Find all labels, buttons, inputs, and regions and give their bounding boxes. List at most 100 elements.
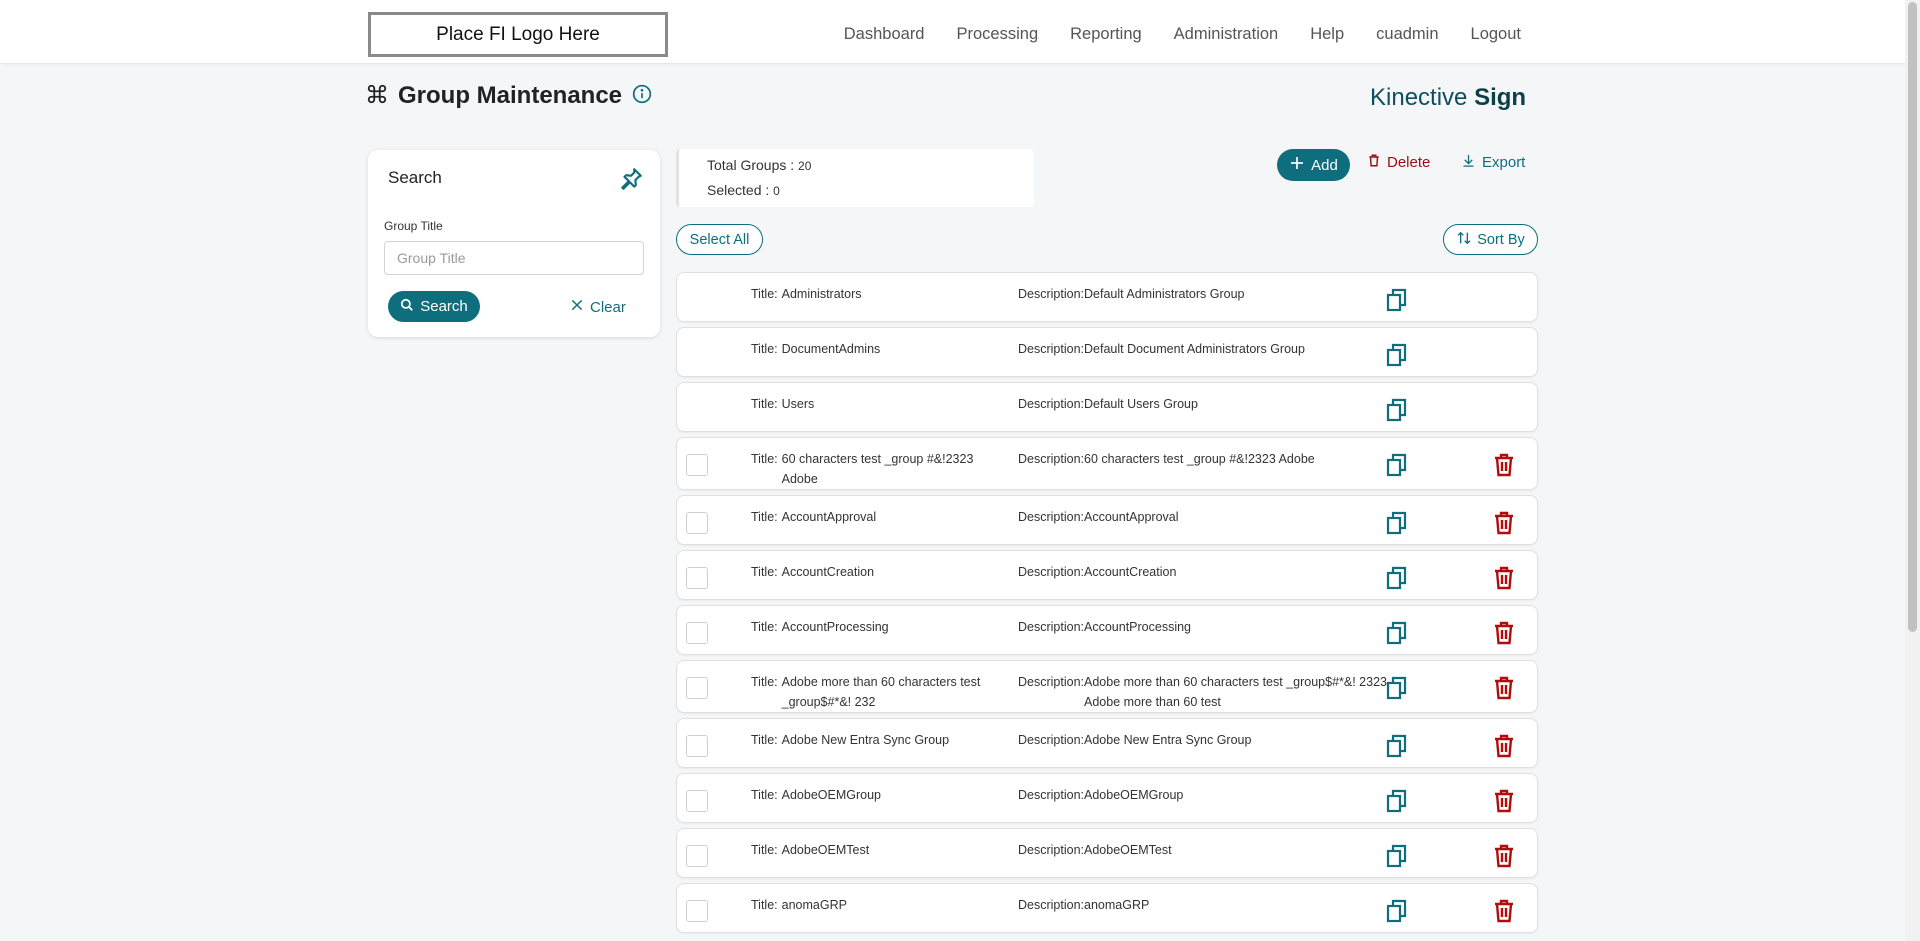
copy-icon[interactable]	[1386, 734, 1408, 761]
table-row[interactable]: Title: Adobe more than 60 characters test…	[676, 660, 1538, 713]
copy-icon[interactable]	[1386, 621, 1408, 648]
row-description: Description: AdobeOEMTest	[1018, 840, 1393, 860]
table-row[interactable]: Title: AdobeOEMTest Description: AdobeOEMTe…	[676, 828, 1538, 878]
command-icon	[366, 83, 388, 110]
trash-icon[interactable]	[1493, 453, 1515, 480]
search-icon	[400, 298, 414, 316]
row-title-key: Title:	[751, 342, 778, 356]
trash-icon[interactable]	[1493, 844, 1515, 871]
row-title-value: DocumentAdmins	[781, 342, 881, 356]
trash-icon[interactable]	[1493, 789, 1515, 816]
scrollbar-thumb[interactable]	[1908, 2, 1917, 632]
copy-icon[interactable]	[1386, 453, 1408, 480]
page-scrollbar[interactable]	[1905, 0, 1920, 941]
trash-icon[interactable]	[1493, 621, 1515, 648]
row-description: Description: AccountCreation	[1018, 562, 1393, 582]
row-title-key: Title:	[751, 620, 778, 634]
row-checkbox[interactable]	[686, 454, 708, 476]
trash-icon	[1367, 153, 1381, 172]
export-button-label: Export	[1482, 154, 1526, 171]
table-row[interactable]: Title: anomaGRP Description: anomaGRP	[676, 883, 1538, 933]
trash-icon[interactable]	[1493, 676, 1515, 703]
row-checkbox[interactable]	[686, 735, 708, 757]
logo-placeholder[interactable]: Place FI Logo Here	[368, 12, 668, 57]
copy-icon[interactable]	[1386, 789, 1408, 816]
row-description-key: Description:	[1018, 397, 1084, 411]
row-title-key: Title:	[751, 397, 778, 411]
row-title: Title: AdobeOEMTest	[751, 840, 1001, 860]
row-title-value: Users	[781, 397, 815, 411]
row-checkbox[interactable]	[686, 567, 708, 589]
table-row[interactable]: Title: Administrators Description: Default …	[676, 272, 1538, 322]
row-checkbox[interactable]	[686, 677, 708, 699]
add-button[interactable]: Add	[1277, 149, 1350, 181]
copy-icon[interactable]	[1386, 899, 1408, 926]
row-title: Title: DocumentAdmins	[751, 339, 1001, 359]
row-title: Title: AccountApproval	[751, 507, 1001, 527]
nav-reporting[interactable]: Reporting	[1070, 25, 1142, 44]
row-description: Description: anomaGRP	[1018, 895, 1393, 915]
row-checkbox[interactable]	[686, 622, 708, 644]
copy-icon[interactable]	[1386, 566, 1408, 593]
nav-logout[interactable]: Logout	[1471, 25, 1521, 44]
nav-processing[interactable]: Processing	[957, 25, 1039, 44]
table-row[interactable]: Title: 60 characters test _group #&!2323 …	[676, 437, 1538, 490]
delete-button[interactable]: Delete	[1367, 153, 1430, 172]
search-panel-title: Search	[388, 168, 442, 187]
trash-icon[interactable]	[1493, 899, 1515, 926]
trash-icon[interactable]	[1493, 566, 1515, 593]
table-row[interactable]: Title: AccountCreation Description: Account…	[676, 550, 1538, 600]
table-row[interactable]: Title: AdobeOEMGroup Description: AdobeOEMG…	[676, 773, 1538, 823]
row-title-value: 60 characters test _group #&!2323 Adobe	[781, 452, 974, 486]
clear-button[interactable]: Clear	[570, 293, 626, 321]
row-description-key: Description:	[1018, 675, 1084, 689]
sort-by-button[interactable]: Sort By	[1443, 224, 1538, 255]
table-row[interactable]: Title: AccountApproval Description: Account…	[676, 495, 1538, 545]
row-description-value: Adobe more than 60 characters test _grou…	[1084, 675, 1387, 709]
row-checkbox[interactable]	[686, 845, 708, 867]
total-groups-value: 20	[798, 159, 812, 173]
copy-icon[interactable]	[1386, 844, 1408, 871]
trash-icon[interactable]	[1493, 511, 1515, 538]
nav-dashboard[interactable]: Dashboard	[844, 25, 925, 44]
info-icon[interactable]	[632, 84, 652, 109]
group-title-input[interactable]	[384, 241, 644, 275]
row-description: Description: AdobeOEMGroup	[1018, 785, 1393, 805]
copy-icon[interactable]	[1386, 511, 1408, 538]
search-button[interactable]: Search	[388, 291, 480, 322]
select-all-button[interactable]: Select All	[676, 224, 763, 255]
row-description-key: Description:	[1018, 510, 1084, 524]
trash-icon[interactable]	[1493, 734, 1515, 761]
row-description-value: AccountProcessing	[1084, 620, 1192, 634]
page-title: Group Maintenance	[398, 82, 623, 109]
row-checkbox[interactable]	[686, 512, 708, 534]
row-checkbox[interactable]	[686, 900, 708, 922]
export-button[interactable]: Export	[1461, 153, 1525, 172]
row-title: Title: Adobe more than 60 characters test…	[751, 672, 1001, 712]
row-title-value: AccountApproval	[781, 510, 877, 524]
selected-count-value: 0	[773, 184, 780, 198]
pin-icon[interactable]	[618, 166, 644, 197]
row-checkbox[interactable]	[686, 790, 708, 812]
table-row[interactable]: Title: DocumentAdmins Description: Default …	[676, 327, 1538, 377]
row-title-value: AccountProcessing	[781, 620, 889, 634]
table-row[interactable]: Title: Users Description: Default Users Gro…	[676, 382, 1538, 432]
row-description: Description: Default Administrators Group	[1018, 284, 1393, 304]
copy-icon[interactable]	[1386, 676, 1408, 703]
top-navbar: Place FI Logo Here Dashboard Processing …	[0, 0, 1920, 64]
table-row[interactable]: Title: Adobe New Entra Sync Group Descript…	[676, 718, 1538, 768]
group-list: Title: Administrators Description: Default …	[676, 272, 1538, 938]
copy-icon[interactable]	[1386, 288, 1408, 315]
table-row[interactable]: Title: AccountProcessing Description: Accou…	[676, 605, 1538, 655]
group-summary: Total Groups : 20 Selected : 0	[676, 149, 1034, 207]
copy-icon[interactable]	[1386, 343, 1408, 370]
row-title-value: Adobe New Entra Sync Group	[781, 733, 950, 747]
row-title-key: Title:	[751, 675, 778, 689]
row-description: Description: Adobe more than 60 character…	[1018, 672, 1393, 712]
copy-icon[interactable]	[1386, 398, 1408, 425]
row-title: Title: Adobe New Entra Sync Group	[751, 730, 1001, 750]
nav-help[interactable]: Help	[1310, 25, 1344, 44]
nav-user[interactable]: cuadmin	[1376, 25, 1438, 44]
nav-administration[interactable]: Administration	[1174, 25, 1279, 44]
row-title: Title: AccountCreation	[751, 562, 1001, 582]
